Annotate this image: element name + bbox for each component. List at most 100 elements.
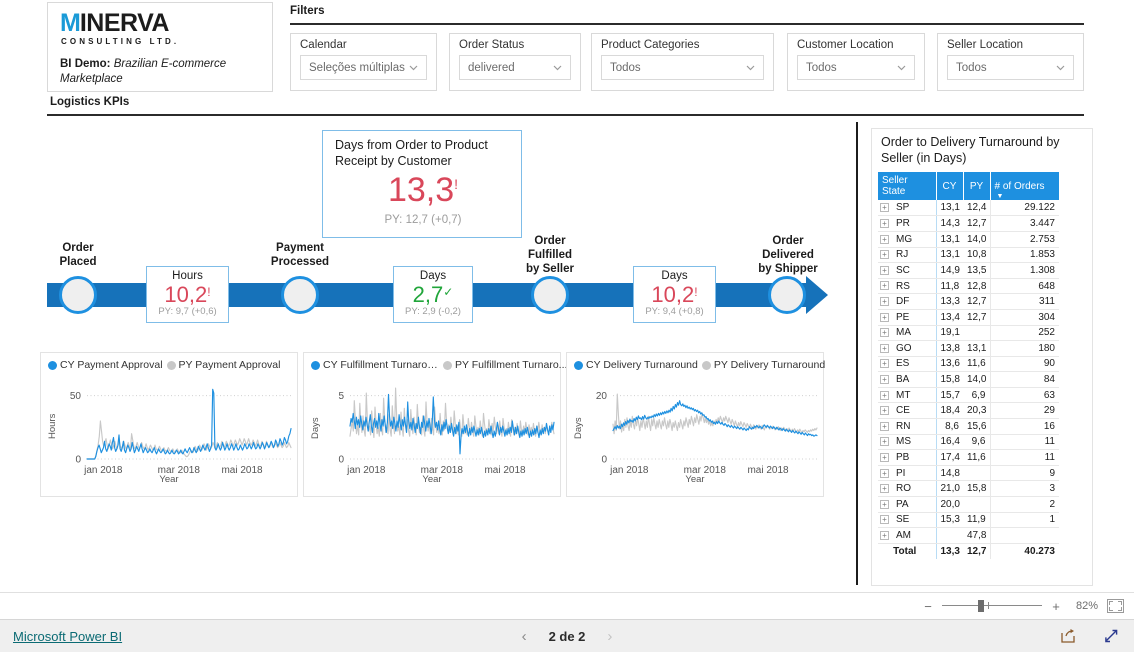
table-row[interactable]: + RO 21,0 15,8 3 [878, 480, 1059, 498]
expand-icon[interactable]: + [880, 530, 889, 540]
kpi-step-payment-approval[interactable]: Hours 10,2! PY: 9,7 (+0,6) [146, 266, 229, 323]
legend-item-py[interactable]: PY Delivery Turnaround [701, 359, 825, 371]
table-row[interactable]: + MG 13,1 14,0 2.753 [878, 231, 1059, 248]
slicer-seller-location[interactable]: Seller Location Todos [937, 33, 1084, 91]
table-row[interactable]: + BA 15,8 14,0 84 [878, 371, 1059, 388]
zoom-out-button[interactable]: − [923, 599, 933, 614]
expand-icon[interactable]: + [880, 219, 889, 228]
cell-cy: 14,9 [935, 262, 963, 279]
label-line: by Seller [526, 263, 574, 276]
legend-item-cy[interactable]: CY Delivery Turnaround [574, 359, 698, 371]
expand-icon[interactable]: + [880, 390, 889, 400]
cell-seller-state: + PE [878, 309, 936, 326]
legend-item-py[interactable]: PY Fulfillment Turnaro... [443, 359, 567, 371]
table-row[interactable]: + RS 11,8 12,8 648 [878, 278, 1059, 295]
chevron-down-icon[interactable] [552, 62, 563, 73]
expand-icon[interactable]: + [880, 343, 889, 353]
expand-icon[interactable]: + [880, 374, 889, 384]
table-row[interactable]: + ES 13,6 11,6 90 [878, 356, 1059, 373]
chart-fulfillment-turnaround[interactable]: CY Fulfillment Turnaround PY Fulfillment… [303, 352, 567, 497]
expand-icon[interactable]: + [880, 359, 889, 369]
expand-icon[interactable]: + [880, 437, 889, 447]
table-row[interactable]: + SP 13,1 12,4 29.122 [878, 200, 1059, 217]
chevron-down-icon[interactable] [896, 62, 907, 73]
fit-to-page-icon[interactable] [1107, 599, 1124, 613]
table-row[interactable]: + SE 15,3 11,9 1 [878, 512, 1059, 529]
table-row[interactable]: + PR 14,3 12,7 3.447 [878, 215, 1059, 232]
expand-icon[interactable]: + [880, 281, 889, 291]
table-row[interactable]: + CE 18,4 20,3 29 [878, 402, 1059, 420]
table-row[interactable]: + MT 15,7 6,9 63 [878, 387, 1059, 404]
chevron-down-icon[interactable] [745, 62, 756, 73]
timeline-label-order-fulfilled: Order Fulfilled by Seller [495, 234, 605, 276]
fullscreen-icon[interactable] [1103, 628, 1120, 644]
slicer-product-categories-dropdown[interactable]: Todos [601, 55, 764, 80]
table-row[interactable]: + MA 19,1 252 [878, 325, 1059, 342]
zoom-slider-thumb[interactable] [978, 600, 984, 612]
table-card-delivery-by-seller[interactable]: Order to Delivery Turnaround by Seller (… [871, 128, 1093, 586]
chevron-right-icon[interactable]: › [607, 628, 612, 645]
timeline-node-payment-processed[interactable] [281, 276, 319, 314]
table-row[interactable]: + MS 16,4 9,6 11 [878, 434, 1059, 451]
table-row[interactable]: + AM 47,8 [878, 527, 1059, 544]
expand-icon[interactable]: + [880, 421, 889, 431]
table-row[interactable]: + GO 13,8 13,1 180 [878, 340, 1059, 357]
col-header-num-orders[interactable]: # of Orders ▼ [990, 172, 1060, 201]
legend-item-cy[interactable]: CY Fulfillment Turnaround [311, 359, 439, 371]
table-row[interactable]: + RN 8,6 15,6 16 [878, 418, 1059, 435]
timeline-node-order-delivered[interactable] [768, 276, 806, 314]
slicer-customer-location-dropdown[interactable]: Todos [797, 55, 915, 80]
chevron-down-icon[interactable] [408, 62, 419, 73]
expand-icon[interactable]: + [880, 312, 889, 322]
seller-state-table[interactable]: Seller State CY PY # of Orders ▼ + SP 13,1… [878, 172, 1060, 559]
table-row[interactable]: + PB 17,4 11,6 11 [878, 449, 1059, 466]
timeline-node-order-fulfilled[interactable] [531, 276, 569, 314]
slicer-calendar-dropdown[interactable]: Seleções múltiplas [300, 55, 427, 80]
slicer-order-status-dropdown[interactable]: delivered [459, 55, 571, 80]
chevron-left-icon[interactable]: ‹ [522, 628, 527, 645]
expand-icon[interactable]: + [880, 234, 889, 244]
expand-icon[interactable]: + [880, 406, 889, 416]
kpi-step-value-row: 10,2! [642, 282, 707, 308]
table-row[interactable]: + DF 13,3 12,7 311 [878, 293, 1059, 310]
kpi-step-fulfillment-turnaround[interactable]: Days 2,7✓ PY: 2,9 (-0,2) [393, 266, 473, 323]
table-row[interactable]: + PI 14,8 9 [878, 465, 1059, 482]
chart-payment-approval[interactable]: CY Payment Approval PY Payment Approval … [40, 352, 298, 497]
slicer-seller-location-dropdown[interactable]: Todos [947, 55, 1074, 80]
zoom-in-button[interactable]: + [1051, 599, 1061, 614]
chart-delivery-turnaround[interactable]: CY Delivery Turnaround PY Delivery Turna… [566, 352, 825, 497]
slicer-customer-location[interactable]: Customer Location Todos [787, 33, 925, 91]
kpi-step-delivery-turnaround[interactable]: Days 10,2! PY: 9,4 (+0,8) [633, 266, 716, 323]
cell-state-value: PI [896, 467, 906, 479]
col-header-py[interactable]: PY [963, 172, 991, 201]
slicer-calendar[interactable]: Calendar Seleções múltiplas [290, 33, 437, 91]
expand-icon[interactable]: + [880, 265, 889, 275]
legend-item-py[interactable]: PY Payment Approval [166, 359, 280, 371]
chevron-down-icon[interactable] [1055, 62, 1066, 73]
share-icon[interactable] [1060, 628, 1077, 644]
expand-icon[interactable]: + [880, 452, 889, 462]
kpi-card-order-to-receipt[interactable]: Days from Order to Product Receipt by Cu… [322, 130, 522, 238]
zoom-slider[interactable] [942, 599, 1042, 613]
slicer-order-status[interactable]: Order Status delivered [449, 33, 581, 91]
col-header-seller-state[interactable]: Seller State [878, 172, 937, 201]
cell-py [963, 465, 990, 482]
chart-plot-area: Days 0 20 jan 2018 mar 2018 mai 2018 Year [567, 371, 823, 487]
expand-icon[interactable]: + [880, 296, 889, 306]
col-header-cy[interactable]: CY [936, 172, 964, 201]
expand-icon[interactable]: + [880, 515, 889, 525]
table-row[interactable]: + PE 13,4 12,7 304 [878, 309, 1059, 326]
table-row[interactable]: + RJ 13,1 10,8 1.853 [878, 247, 1059, 264]
expand-icon[interactable]: + [880, 484, 889, 494]
legend-marker-icon [574, 360, 583, 370]
expand-icon[interactable]: + [880, 250, 889, 260]
slicer-product-categories[interactable]: Product Categories Todos [591, 33, 774, 91]
expand-icon[interactable]: + [880, 203, 889, 213]
expand-icon[interactable]: + [880, 499, 889, 509]
expand-icon[interactable]: + [880, 468, 889, 478]
timeline-node-order-placed[interactable] [59, 276, 97, 314]
expand-icon[interactable]: + [880, 328, 889, 338]
table-row[interactable]: + SC 14,9 13,5 1.308 [878, 262, 1059, 279]
legend-item-cy[interactable]: CY Payment Approval [48, 359, 163, 371]
table-row[interactable]: + PA 20,0 2 [878, 496, 1059, 513]
